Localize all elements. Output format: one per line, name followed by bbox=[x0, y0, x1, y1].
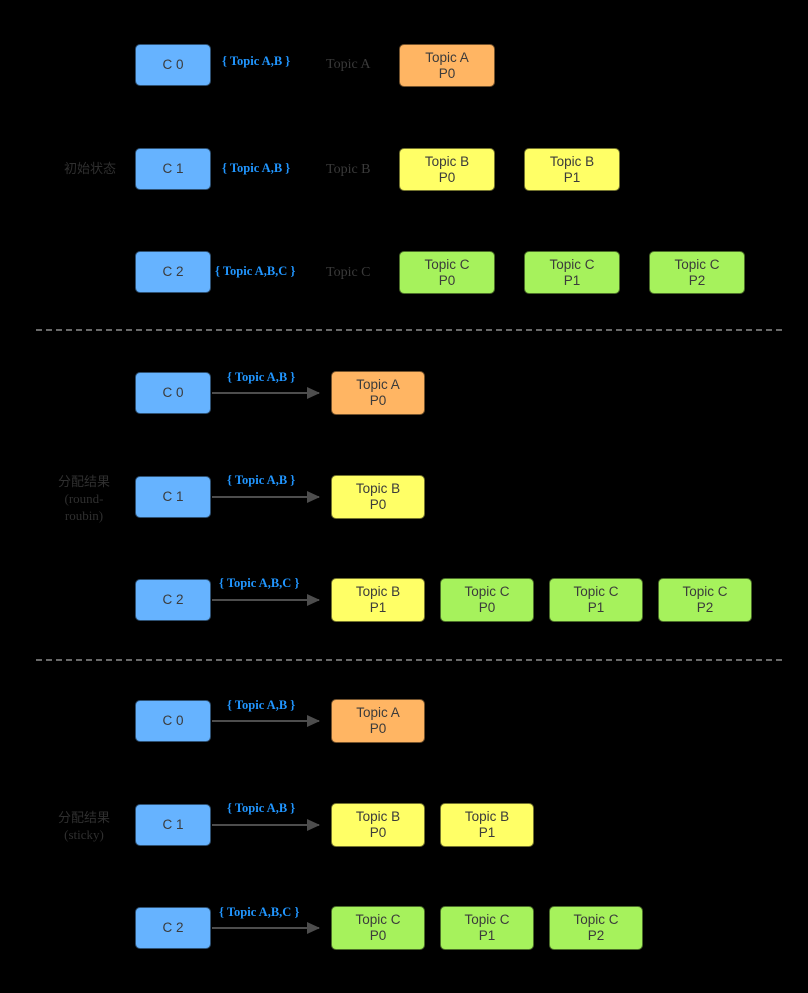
consumer-c0-round-robin: C 0 bbox=[135, 372, 211, 414]
partition-topic: Topic C bbox=[573, 912, 619, 927]
partition-id: P0 bbox=[478, 600, 496, 615]
diagram-canvas: 初始状态 C 0 { Topic A,B } Topic A Topic A P… bbox=[0, 0, 808, 993]
partition-topic-a-p0-initial: Topic A P0 bbox=[399, 44, 495, 87]
consumer-c2-initial: C 2 bbox=[135, 251, 211, 293]
assignment-arrow-c0-sticky bbox=[212, 715, 320, 727]
partition-topic-b-p1-round-robin: Topic B P1 bbox=[331, 578, 425, 622]
consumer-c0-initial: C 0 bbox=[135, 44, 211, 86]
partition-topic: Topic B bbox=[355, 584, 401, 599]
partition-id: P1 bbox=[478, 928, 496, 943]
partition-id: P0 bbox=[369, 825, 387, 840]
subscription-c0-sticky: { Topic A,B } bbox=[227, 698, 296, 712]
subscription-c2-initial: { Topic A,B,C } bbox=[215, 264, 296, 278]
consumer-label: C 0 bbox=[162, 713, 184, 728]
consumer-label: C 1 bbox=[162, 161, 184, 176]
subscription-c2-round-robin: { Topic A,B,C } bbox=[219, 576, 300, 590]
partition-topic: Topic A bbox=[356, 705, 400, 720]
assignment-arrow-c0-round-robin bbox=[212, 387, 320, 399]
partition-topic: Topic C bbox=[464, 912, 510, 927]
consumer-c1-round-robin: C 1 bbox=[135, 476, 211, 518]
partition-topic: Topic C bbox=[573, 584, 619, 599]
consumer-c0-sticky: C 0 bbox=[135, 700, 211, 742]
consumer-label: C 2 bbox=[162, 592, 184, 607]
consumer-label: C 2 bbox=[162, 920, 184, 935]
partition-topic: Topic C bbox=[682, 584, 728, 599]
topic-label-a: Topic A bbox=[326, 57, 371, 72]
consumer-label: C 0 bbox=[162, 385, 184, 400]
partition-topic: Topic B bbox=[355, 809, 401, 824]
partition-id: P0 bbox=[369, 497, 387, 512]
partition-id: P0 bbox=[438, 169, 456, 185]
consumer-label: C 1 bbox=[162, 817, 184, 832]
partition-topic-b-p1-sticky: Topic B P1 bbox=[440, 803, 534, 847]
partition-topic-b-p0-round-robin: Topic B P0 bbox=[331, 475, 425, 519]
section-divider-1 bbox=[36, 329, 782, 331]
consumer-c1-initial: C 1 bbox=[135, 148, 211, 190]
partition-topic-c-p0-round-robin: Topic C P0 bbox=[440, 578, 534, 622]
partition-topic-c-p1-round-robin: Topic C P1 bbox=[549, 578, 643, 622]
partition-topic-c-p1-initial: Topic C P1 bbox=[524, 251, 620, 294]
partition-topic-a-p0-round-robin: Topic A P0 bbox=[331, 371, 425, 415]
partition-topic-c-p2-round-robin: Topic C P2 bbox=[658, 578, 752, 622]
subscription-c1-initial: { Topic A,B } bbox=[222, 161, 291, 175]
subscription-c0-round-robin: { Topic A,B } bbox=[227, 370, 296, 384]
partition-id: P2 bbox=[688, 272, 706, 288]
partition-topic-c-p0-initial: Topic C P0 bbox=[399, 251, 495, 294]
partition-topic: Topic A bbox=[425, 49, 469, 65]
partition-topic: Topic C bbox=[424, 256, 470, 272]
partition-id: P0 bbox=[438, 65, 456, 81]
section-divider-2 bbox=[36, 659, 782, 661]
consumer-c2-sticky: C 2 bbox=[135, 907, 211, 949]
assignment-arrow-c2-sticky bbox=[212, 922, 320, 934]
partition-id: P0 bbox=[438, 272, 456, 288]
partition-id: P2 bbox=[696, 600, 714, 615]
partition-topic: Topic B bbox=[424, 153, 470, 169]
partition-id: P1 bbox=[478, 825, 496, 840]
partition-id: P0 bbox=[369, 721, 387, 736]
partition-topic-b-p0-sticky: Topic B P0 bbox=[331, 803, 425, 847]
partition-topic-c-p2-initial: Topic C P2 bbox=[649, 251, 745, 294]
assignment-arrow-c1-round-robin bbox=[212, 491, 320, 503]
subscription-c2-sticky: { Topic A,B,C } bbox=[219, 905, 300, 919]
partition-topic-b-p0-initial: Topic B P0 bbox=[399, 148, 495, 191]
subscription-c0-initial: { Topic A,B } bbox=[222, 54, 291, 68]
partition-topic: Topic C bbox=[674, 256, 720, 272]
topic-label-b: Topic B bbox=[326, 162, 371, 177]
topic-label-c: Topic C bbox=[326, 265, 371, 280]
partition-id: P1 bbox=[563, 272, 581, 288]
section-label-sticky: 分配结果 (sticky) bbox=[57, 810, 110, 842]
partition-topic: Topic B bbox=[355, 481, 401, 496]
partition-topic-c-p0-sticky: Topic C P0 bbox=[331, 906, 425, 950]
partition-id: P1 bbox=[369, 600, 387, 615]
partition-topic-c-p1-sticky: Topic C P1 bbox=[440, 906, 534, 950]
assignment-arrow-c2-round-robin bbox=[212, 594, 320, 606]
partition-id: P1 bbox=[563, 169, 581, 185]
partition-topic: Topic B bbox=[464, 809, 510, 824]
partition-topic-a-p0-sticky: Topic A P0 bbox=[331, 699, 425, 743]
partition-id: P0 bbox=[369, 393, 387, 408]
consumer-c2-round-robin: C 2 bbox=[135, 579, 211, 621]
partition-topic-c-p2-sticky: Topic C P2 bbox=[549, 906, 643, 950]
partition-topic: Topic C bbox=[355, 912, 401, 927]
section-label-round-robin: 分配结果 (round- roubin) bbox=[57, 474, 110, 523]
partition-topic-b-p1-initial: Topic B P1 bbox=[524, 148, 620, 191]
consumer-c1-sticky: C 1 bbox=[135, 804, 211, 846]
partition-id: P2 bbox=[587, 928, 605, 943]
subscription-c1-round-robin: { Topic A,B } bbox=[227, 473, 296, 487]
section-label-initial-state: 初始状态 bbox=[63, 161, 116, 176]
consumer-label: C 2 bbox=[162, 264, 184, 279]
partition-id: P0 bbox=[369, 928, 387, 943]
consumer-label: C 1 bbox=[162, 489, 184, 504]
partition-topic: Topic C bbox=[549, 256, 595, 272]
consumer-label: C 0 bbox=[162, 57, 184, 72]
assignment-arrow-c1-sticky bbox=[212, 819, 320, 831]
partition-topic: Topic C bbox=[464, 584, 510, 599]
partition-topic: Topic A bbox=[356, 377, 400, 392]
subscription-c1-sticky: { Topic A,B } bbox=[227, 801, 296, 815]
partition-id: P1 bbox=[587, 600, 605, 615]
partition-topic: Topic B bbox=[549, 153, 595, 169]
